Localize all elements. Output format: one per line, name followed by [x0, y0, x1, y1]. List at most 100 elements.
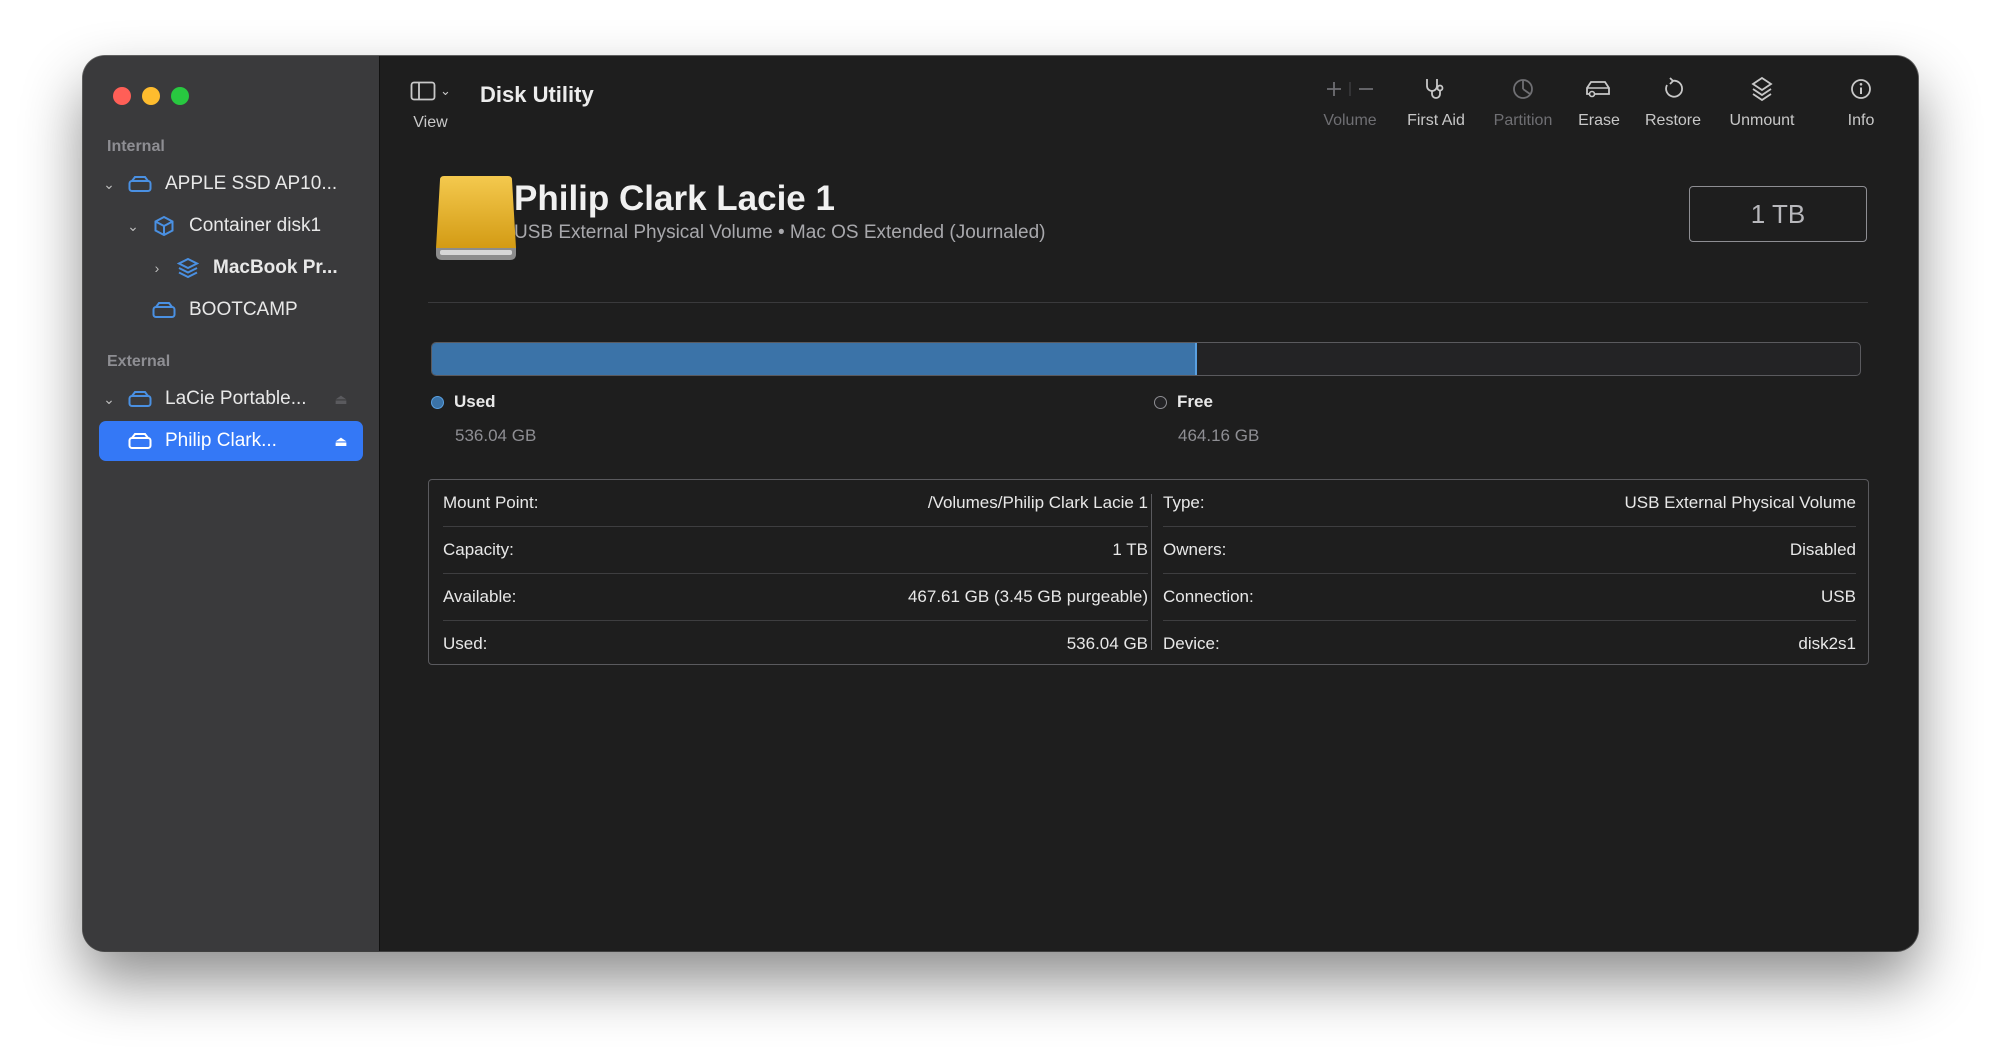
- info-value: USB External Physical Volume: [1624, 493, 1857, 512]
- chevron-down-icon[interactable]: ⌄: [99, 176, 119, 193]
- info-row-type: Type: USB External Physical Volume: [1163, 480, 1856, 527]
- view-menu-button[interactable]: ⌄ View: [410, 76, 451, 132]
- eraser-car-icon: [1586, 81, 1610, 98]
- pie-chart-icon: [1513, 79, 1533, 99]
- chevron-right-icon[interactable]: ›: [147, 260, 167, 276]
- info-column-left: Mount Point: /Volumes/Philip Clark Lacie…: [443, 480, 1148, 667]
- info-key: Capacity:: [443, 540, 514, 559]
- sidebar-item-label: BOOTCAMP: [189, 299, 298, 320]
- info-value: 536.04 GB: [1066, 634, 1148, 653]
- erase-label: Erase: [1578, 112, 1620, 129]
- info-row-owners: Owners: Disabled: [1163, 527, 1856, 574]
- close-window-button[interactable]: [113, 87, 131, 105]
- volume-subtitle: USB External Physical Volume • Mac OS Ex…: [514, 222, 1046, 243]
- info-key: Available:: [443, 587, 517, 606]
- external-drive-icon: [127, 387, 153, 411]
- info-row-available: Available: 467.61 GB (3.45 GB purgeable): [443, 574, 1148, 621]
- restore-button[interactable]: Restore: [1635, 74, 1711, 130]
- sidebar-item-label: Philip Clark...: [165, 430, 277, 451]
- legend-free: Free 464.16 GB: [1154, 392, 1259, 446]
- plus-minus-icon: [1327, 82, 1373, 96]
- volume-label: Volume: [1323, 112, 1377, 129]
- info-key: Owners:: [1163, 540, 1227, 559]
- eject-icon[interactable]: ⏏: [331, 391, 351, 408]
- chevron-down-icon[interactable]: ⌄: [123, 218, 143, 235]
- first-aid-button[interactable]: First Aid: [1396, 74, 1476, 130]
- info-key: Used:: [443, 634, 488, 653]
- sidebar-item-lacie-portable[interactable]: ⌄ LaCie Portable... ⏏: [99, 379, 363, 419]
- capacity-badge: 1 TB: [1689, 186, 1867, 242]
- partition-button[interactable]: Partition: [1483, 74, 1563, 130]
- external-drive-large-icon: [430, 174, 522, 269]
- info-label: Info: [1847, 112, 1875, 129]
- sidebar-toggle-icon: [410, 81, 436, 101]
- unmount-label: Unmount: [1729, 112, 1795, 129]
- free-value: 464.16 GB: [1178, 426, 1260, 445]
- chevron-down-icon: ⌄: [440, 83, 451, 98]
- stethoscope-icon: [1426, 79, 1444, 99]
- used-swatch: [431, 395, 444, 409]
- window-controls: [113, 87, 189, 105]
- view-label: View: [413, 114, 448, 131]
- external-drive-icon: [127, 429, 153, 453]
- drive-icon: [151, 298, 177, 322]
- info-row-device: Device: disk2s1: [1163, 621, 1856, 667]
- info-value: 1 TB: [1112, 540, 1148, 559]
- sidebar-item-label: APPLE SSD AP10...: [165, 173, 338, 194]
- main-pane: ⌄ View Disk Utility Volume First Aid Par…: [380, 56, 1918, 951]
- app-title: Disk Utility: [480, 82, 594, 107]
- unmount-button[interactable]: Unmount: [1717, 74, 1807, 130]
- sidebar-item-container-disk1[interactable]: ⌄ Container disk1: [123, 206, 363, 246]
- info-table: Mount Point: /Volumes/Philip Clark Lacie…: [428, 479, 1869, 665]
- used-value: 536.04 GB: [455, 426, 537, 445]
- sidebar: Internal ⌄ APPLE SSD AP10... ⌄ Container…: [83, 56, 380, 951]
- used-label: Used: [454, 392, 496, 411]
- volume-button[interactable]: Volume: [1310, 74, 1390, 130]
- column-divider: [1151, 494, 1152, 650]
- info-key: Connection:: [1163, 587, 1254, 606]
- info-key: Mount Point:: [443, 493, 539, 512]
- restore-label: Restore: [1644, 112, 1702, 129]
- partition-label: Partition: [1493, 112, 1553, 129]
- free-swatch: [1154, 395, 1167, 409]
- info-key: Device:: [1163, 634, 1220, 653]
- sidebar-section-internal: Internal: [107, 138, 165, 155]
- info-value: 467.61 GB (3.45 GB purgeable): [907, 587, 1148, 606]
- sidebar-item-philip-clark[interactable]: Philip Clark... ⏏: [99, 421, 363, 461]
- legend-used: Used 536.04 GB: [431, 392, 536, 446]
- disk-utility-window: Internal ⌄ APPLE SSD AP10... ⌄ Container…: [83, 56, 1918, 951]
- sidebar-item-bootcamp[interactable]: BOOTCAMP: [143, 290, 363, 330]
- sidebar-item-label: LaCie Portable...: [165, 388, 307, 409]
- sidebar-section-external: External: [107, 353, 171, 370]
- eject-stack-icon: [1751, 76, 1773, 102]
- eject-icon[interactable]: ⏏: [331, 433, 351, 450]
- volume-stack-icon: [175, 256, 201, 280]
- usage-bar: [431, 342, 1861, 376]
- info-button[interactable]: Info: [1831, 74, 1891, 130]
- header-divider: [428, 302, 1868, 303]
- sidebar-item-macbook-pro[interactable]: › MacBook Pr...: [147, 248, 363, 288]
- info-value: USB: [1821, 587, 1856, 606]
- info-value: Disabled: [1789, 540, 1856, 559]
- sidebar-item-apple-ssd[interactable]: ⌄ APPLE SSD AP10...: [99, 164, 363, 204]
- info-value: disk2s1: [1798, 634, 1856, 653]
- chevron-down-icon[interactable]: ⌄: [99, 391, 119, 408]
- container-cube-icon: [151, 214, 177, 238]
- zoom-window-button[interactable]: [171, 87, 189, 105]
- sidebar-item-label: Container disk1: [189, 215, 322, 236]
- info-row-used: Used: 536.04 GB: [443, 621, 1148, 667]
- erase-button[interactable]: Erase: [1561, 74, 1637, 130]
- info-row-mount-point: Mount Point: /Volumes/Philip Clark Lacie…: [443, 480, 1148, 527]
- info-row-connection: Connection: USB: [1163, 574, 1856, 621]
- info-value: /Volumes/Philip Clark Lacie 1: [927, 493, 1148, 512]
- info-key: Type:: [1163, 493, 1205, 512]
- info-row-capacity: Capacity: 1 TB: [443, 527, 1148, 574]
- info-column-right: Type: USB External Physical Volume Owner…: [1163, 480, 1856, 667]
- volume-name: Philip Clark Lacie 1: [514, 179, 835, 218]
- drive-icon: [127, 172, 153, 196]
- first-aid-label: First Aid: [1407, 112, 1465, 129]
- sidebar-item-label: MacBook Pr...: [213, 257, 338, 278]
- restore-arrow-icon: [1665, 77, 1683, 98]
- minimize-window-button[interactable]: [142, 87, 160, 105]
- usage-bar-used-fill: [432, 343, 1198, 375]
